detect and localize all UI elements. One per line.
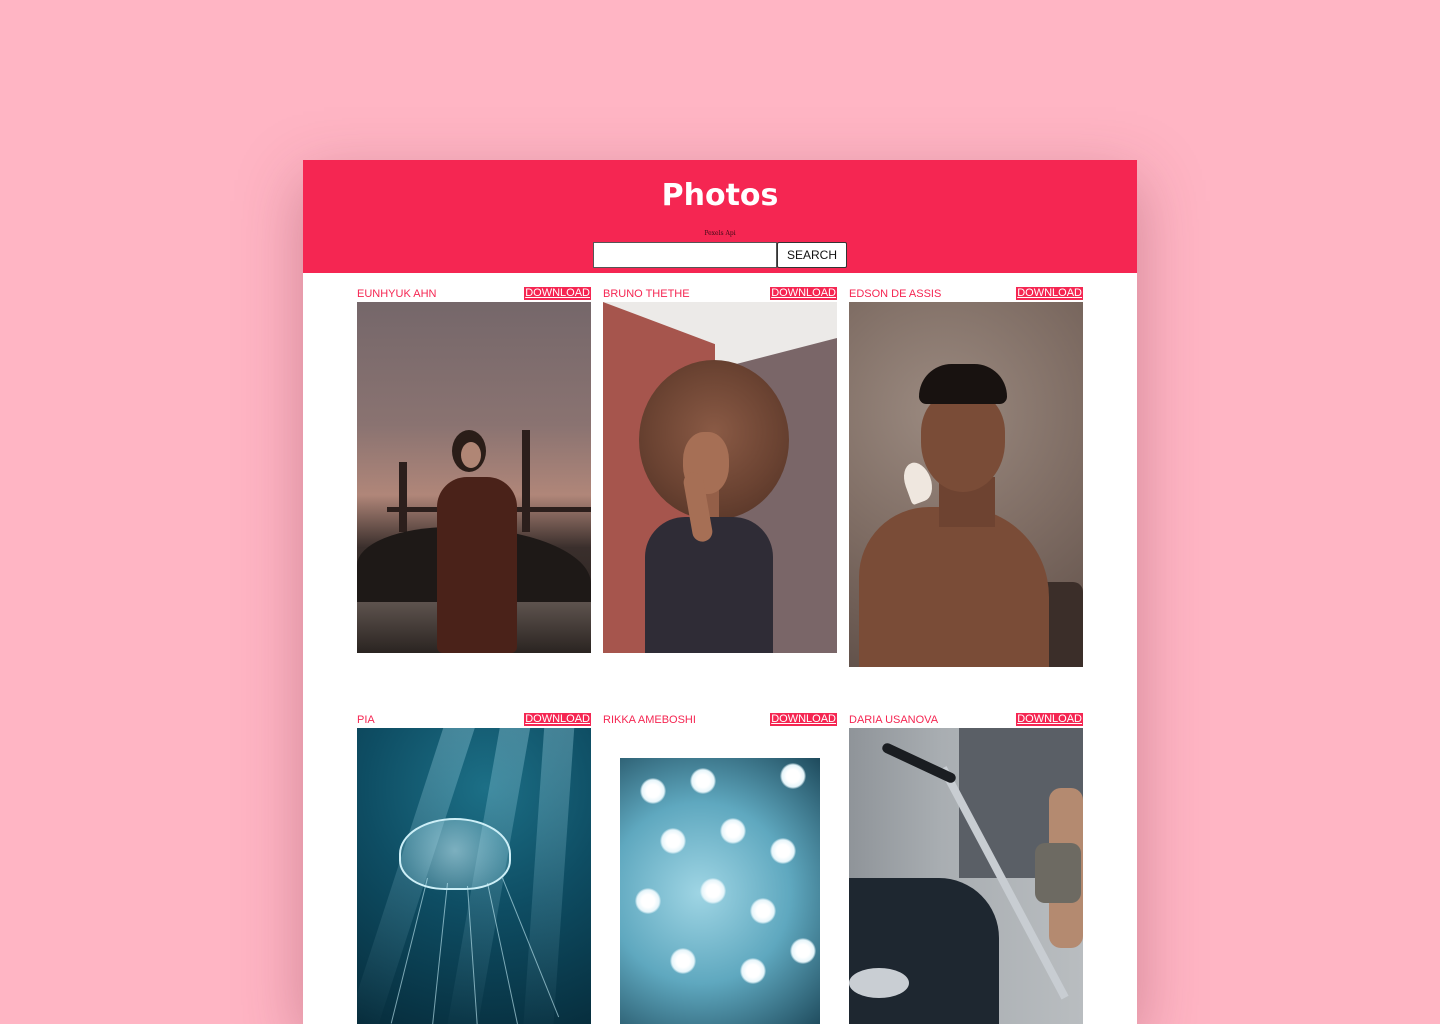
download-button[interactable]: DOWNLOAD	[1016, 713, 1083, 726]
photo-card-header: EDSON DE ASSIS DOWNLOAD	[849, 287, 1083, 301]
photo-image[interactable]	[603, 302, 837, 653]
photo-card: PIA DOWNLOAD	[357, 713, 591, 1024]
photo-author[interactable]: DARIA USANOVA	[849, 713, 938, 727]
photo-image[interactable]	[849, 302, 1083, 667]
photo-card-header: BRUNO THETHE DOWNLOAD	[603, 287, 837, 301]
photo-author[interactable]: PIA	[357, 713, 375, 727]
search-input[interactable]	[593, 242, 777, 268]
photo-card-header: EUNHYUK AHN DOWNLOAD	[357, 287, 591, 301]
photo-card: RIKKA AMEBOSHI DOWNLOAD	[603, 713, 837, 1024]
photo-image[interactable]	[603, 728, 837, 1024]
photo-card: EUNHYUK AHN DOWNLOAD	[357, 287, 591, 653]
photo-author[interactable]: BRUNO THETHE	[603, 287, 690, 301]
photo-card: EDSON DE ASSIS DOWNLOAD	[849, 287, 1083, 667]
photo-author[interactable]: EUNHYUK AHN	[357, 287, 436, 301]
download-button[interactable]: DOWNLOAD	[524, 713, 591, 726]
photo-image[interactable]	[357, 302, 591, 653]
photo-author[interactable]: EDSON DE ASSIS	[849, 287, 941, 301]
photo-image[interactable]	[357, 728, 591, 1024]
photo-card: DARIA USANOVA DOWNLOAD	[849, 713, 1083, 1024]
photo-author[interactable]: RIKKA AMEBOSHI	[603, 713, 696, 727]
download-button[interactable]: DOWNLOAD	[524, 287, 591, 300]
download-button[interactable]: DOWNLOAD	[770, 713, 837, 726]
photo-card-header: PIA DOWNLOAD	[357, 713, 591, 727]
photo-card-header: RIKKA AMEBOSHI DOWNLOAD	[603, 713, 837, 727]
download-button[interactable]: DOWNLOAD	[1016, 287, 1083, 300]
photo-card: BRUNO THETHE DOWNLOAD	[603, 287, 837, 653]
photo-image[interactable]	[849, 728, 1083, 1024]
download-button[interactable]: DOWNLOAD	[770, 287, 837, 300]
header: Photos Pexels Api SEARCH	[303, 160, 1137, 273]
photo-card-header: DARIA USANOVA DOWNLOAD	[849, 713, 1083, 727]
app-window: Photos Pexels Api SEARCH EUNHYUK AHN DOW…	[303, 160, 1137, 1024]
search-button[interactable]: SEARCH	[777, 242, 847, 268]
page-subtitle: Pexels Api	[704, 230, 736, 237]
page-title: Photos	[661, 178, 779, 213]
